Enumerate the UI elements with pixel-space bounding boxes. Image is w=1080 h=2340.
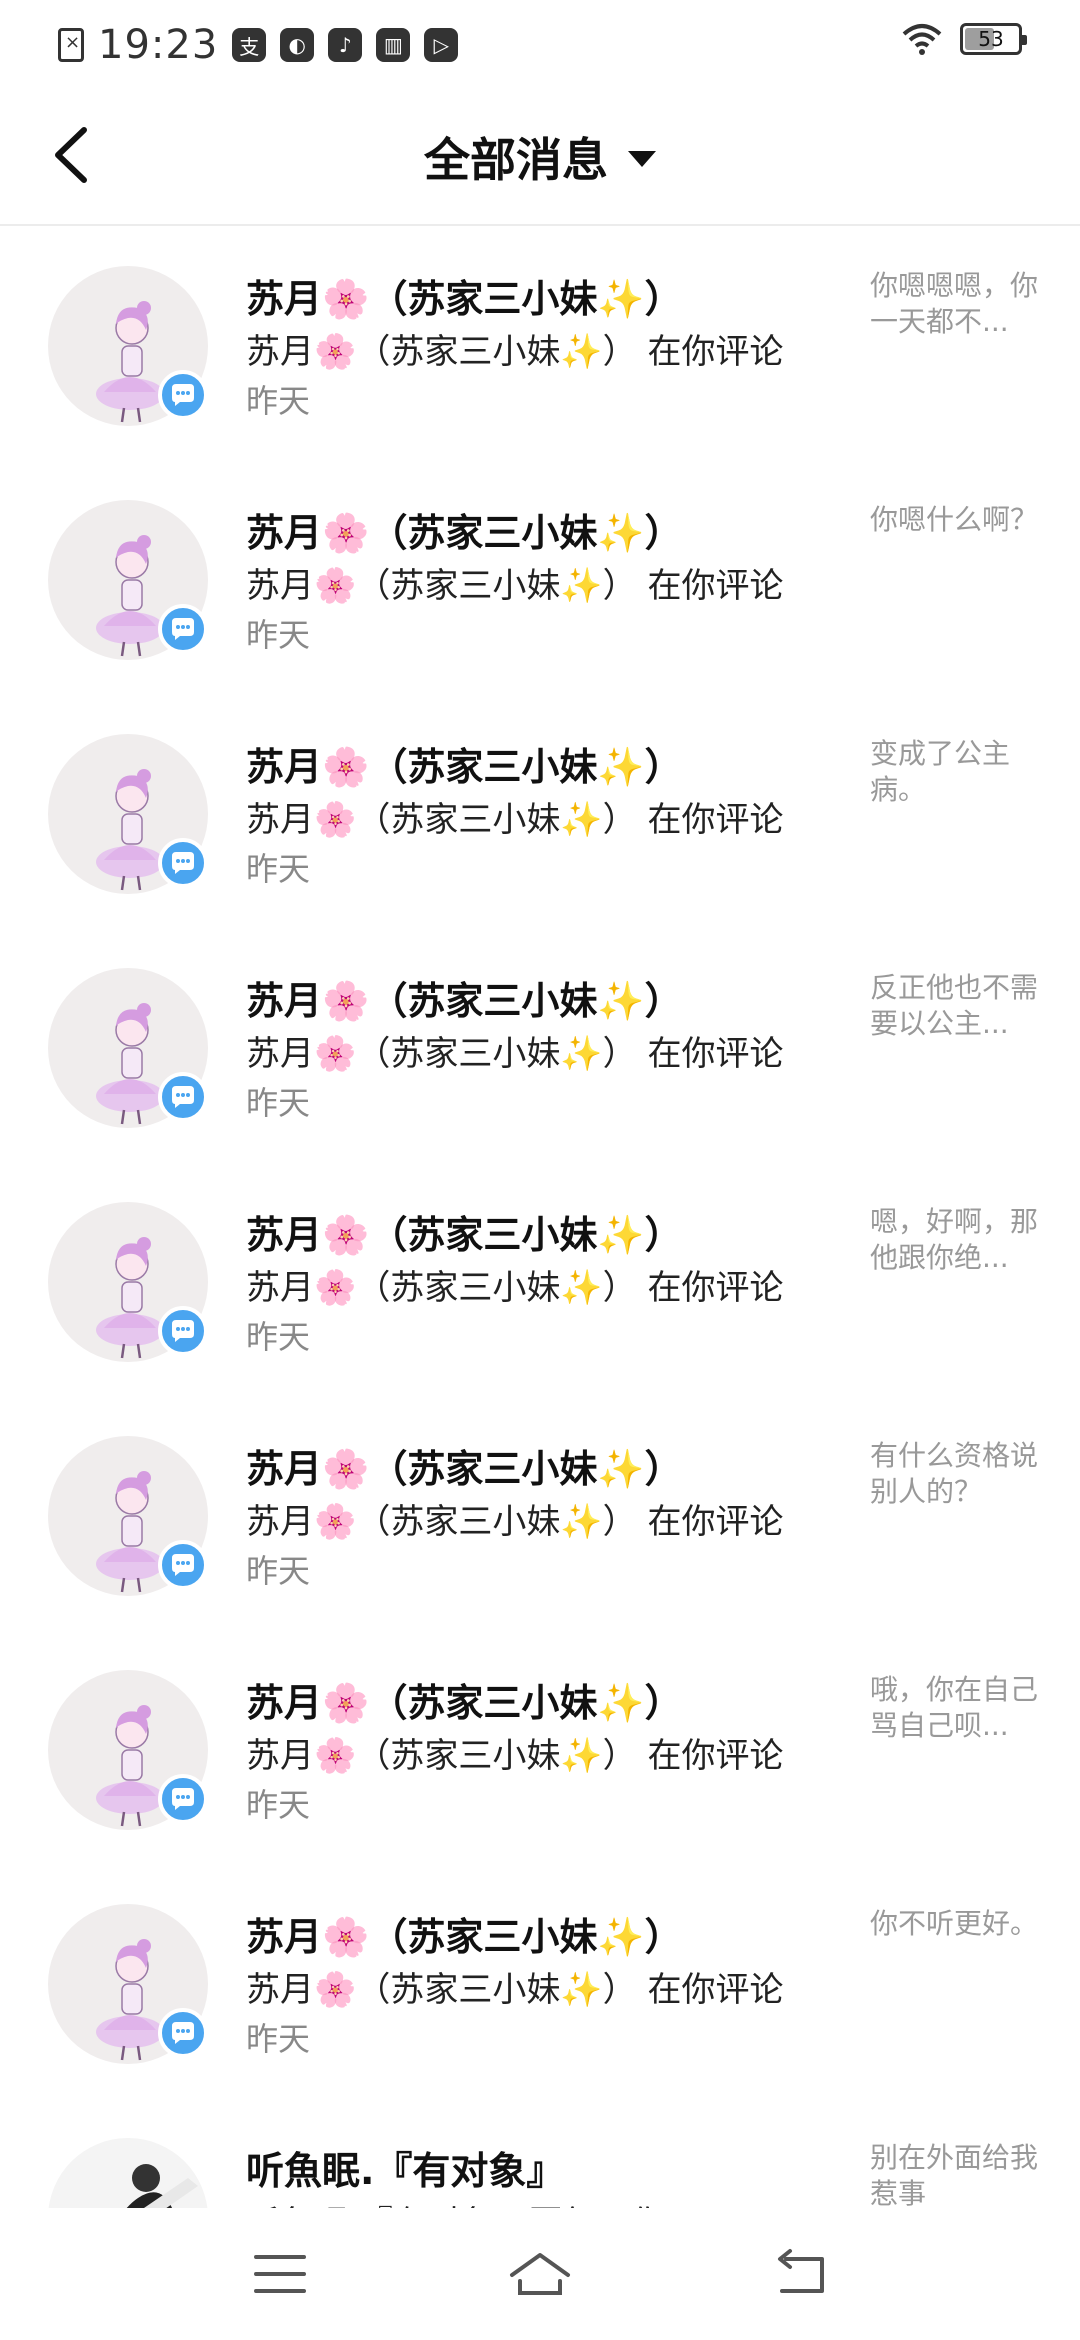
- message-row[interactable]: 苏月🌸（苏家三小妹✨） 苏月🌸（苏家三小妹✨） 在你评论 昨天 你不听更好。: [0, 1866, 1080, 2100]
- comment-badge: [158, 838, 208, 888]
- comment-badge: [158, 2008, 208, 2058]
- system-nav-bar: [0, 2208, 1080, 2340]
- message-list[interactable]: 苏月🌸（苏家三小妹✨） 苏月🌸（苏家三小妹✨） 在你评论 昨天 你嗯嗯嗯，你一天…: [0, 228, 1080, 2208]
- menu-icon: [254, 2255, 306, 2293]
- message-row[interactable]: 苏月🌸（苏家三小妹✨） 苏月🌸（苏家三小妹✨） 在你评论 昨天 嗯，好啊，那他跟…: [0, 1164, 1080, 1398]
- tiktok-app-icon: ♪: [328, 28, 363, 62]
- comment-badge: [158, 1774, 208, 1824]
- sim-off-icon: [58, 28, 84, 62]
- chat-bubble-icon: [172, 618, 194, 640]
- message-time: 昨天: [246, 2020, 311, 2058]
- message-row[interactable]: 苏月🌸（苏家三小妹✨） 苏月🌸（苏家三小妹✨） 在你评论 昨天 变成了公主病。: [0, 696, 1080, 930]
- status-bar: 19:23 支 ◐ ♪ ▥ ▷ 53: [0, 0, 1080, 84]
- message-preview: 你嗯什么啊？: [870, 503, 1039, 536]
- message-row[interactable]: 苏月🌸（苏家三小妹✨） 苏月🌸（苏家三小妹✨） 在你评论 昨天 反正他也不需要以…: [0, 930, 1080, 1164]
- message-preview: 嗯，好啊，那他跟你绝...: [870, 1205, 1039, 1274]
- comment-badge: [158, 370, 208, 420]
- message-time: 昨天: [246, 382, 311, 420]
- message-time: 昨天: [246, 1084, 311, 1122]
- sender-name: 苏月🌸（苏家三小妹✨）: [246, 1915, 683, 1959]
- alipay-app-icon: 支: [232, 28, 267, 62]
- message-row[interactable]: 听魚眠.『有对象』 听魚眠.『有对象』回复了你 别在外面给我惹事: [0, 2100, 1080, 2208]
- sender-name: 苏月🌸（苏家三小妹✨）: [246, 1681, 683, 1725]
- message-description: 苏月🌸（苏家三小妹✨） 在你评论: [246, 1502, 784, 1542]
- avatar[interactable]: [48, 2138, 208, 2208]
- message-preview: 你不听更好。: [870, 1907, 1039, 1940]
- sender-name: 苏月🌸（苏家三小妹✨）: [246, 1213, 683, 1257]
- sender-name: 苏月🌸（苏家三小妹✨）: [246, 979, 683, 1023]
- message-time: 昨天: [246, 850, 311, 888]
- message-preview: 变成了公主病。: [870, 737, 1011, 806]
- sender-name: 苏月🌸（苏家三小妹✨）: [246, 277, 683, 321]
- message-description: 苏月🌸（苏家三小妹✨） 在你评论: [246, 1268, 784, 1308]
- page-title: 全部消息: [424, 133, 608, 187]
- app-icon-2: ◐: [280, 28, 315, 62]
- comment-badge: [158, 604, 208, 654]
- message-preview: 哦，你在自己骂自己呗...: [870, 1673, 1039, 1742]
- message-time: 昨天: [246, 1318, 311, 1356]
- sender-name: 苏月🌸（苏家三小妹✨）: [246, 745, 683, 789]
- caret-down-icon: [628, 151, 656, 167]
- chat-bubble-icon: [172, 852, 194, 874]
- message-description: 苏月🌸（苏家三小妹✨） 在你评论: [246, 566, 784, 606]
- chat-bubble-icon: [172, 2022, 194, 2044]
- battery-icon: 53: [960, 23, 1027, 55]
- comment-badge: [158, 1306, 208, 1356]
- comment-badge: [158, 1072, 208, 1122]
- message-description: 苏月🌸（苏家三小妹✨） 在你评论: [246, 1034, 784, 1074]
- message-time: 昨天: [246, 616, 311, 654]
- message-description: 苏月🌸（苏家三小妹✨） 在你评论: [246, 1736, 784, 1776]
- message-preview: 有什么资格说别人的？: [870, 1439, 1039, 1508]
- message-description: 苏月🌸（苏家三小妹✨） 在你评论: [246, 1970, 784, 2010]
- header: 全部消息: [0, 84, 1080, 226]
- message-preview: 你嗯嗯嗯，你一天都不...: [870, 269, 1039, 338]
- chat-bubble-icon: [172, 1788, 194, 1810]
- message-row[interactable]: 苏月🌸（苏家三小妹✨） 苏月🌸（苏家三小妹✨） 在你评论 昨天 有什么资格说别人…: [0, 1398, 1080, 1632]
- chat-bubble-icon: [172, 1086, 194, 1108]
- status-time: 19:23: [98, 22, 219, 68]
- return-icon: [778, 2249, 824, 2293]
- message-row[interactable]: 苏月🌸（苏家三小妹✨） 苏月🌸（苏家三小妹✨） 在你评论 昨天 哦，你在自己骂自…: [0, 1632, 1080, 1866]
- message-time: 昨天: [246, 1552, 311, 1590]
- message-time: 昨天: [246, 1786, 311, 1824]
- status-right: 53: [902, 22, 1027, 56]
- battery-level: 53: [978, 27, 1004, 51]
- message-row[interactable]: 苏月🌸（苏家三小妹✨） 苏月🌸（苏家三小妹✨） 在你评论 昨天 你嗯嗯嗯，你一天…: [0, 228, 1080, 462]
- avatar-figure: [126, 2164, 198, 2208]
- sender-name: 听魚眠.『有对象』: [246, 2149, 565, 2193]
- message-description: 苏月🌸（苏家三小妹✨） 在你评论: [246, 800, 784, 840]
- message-description: 听魚眠.『有对象』回复了你: [246, 2196, 826, 2208]
- chat-bubble-icon: [172, 1320, 194, 1342]
- reader-app-icon: ▥: [376, 28, 411, 62]
- comment-badge: [158, 1540, 208, 1590]
- menu-button[interactable]: [245, 2244, 315, 2304]
- message-description: 苏月🌸（苏家三小妹✨） 在你评论: [246, 332, 784, 372]
- home-icon: [510, 2253, 570, 2295]
- message-preview: 反正他也不需要以公主...: [870, 971, 1039, 1040]
- home-button[interactable]: [505, 2244, 575, 2304]
- sender-name: 苏月🌸（苏家三小妹✨）: [246, 511, 683, 555]
- sender-name: 苏月🌸（苏家三小妹✨）: [246, 1447, 683, 1491]
- wifi-icon: [902, 22, 942, 56]
- message-preview: 别在外面给我惹事: [870, 2141, 1039, 2208]
- chat-bubble-icon: [172, 1554, 194, 1576]
- message-row[interactable]: 苏月🌸（苏家三小妹✨） 苏月🌸（苏家三小妹✨） 在你评论 昨天 你嗯什么啊？: [0, 462, 1080, 696]
- system-back-button[interactable]: [765, 2244, 835, 2304]
- status-left: 19:23 支 ◐ ♪ ▥ ▷: [58, 22, 459, 68]
- message-filter-dropdown[interactable]: 全部消息: [0, 124, 1080, 190]
- chat-bubble-icon: [172, 384, 194, 406]
- video-app-icon: ▷: [424, 28, 459, 62]
